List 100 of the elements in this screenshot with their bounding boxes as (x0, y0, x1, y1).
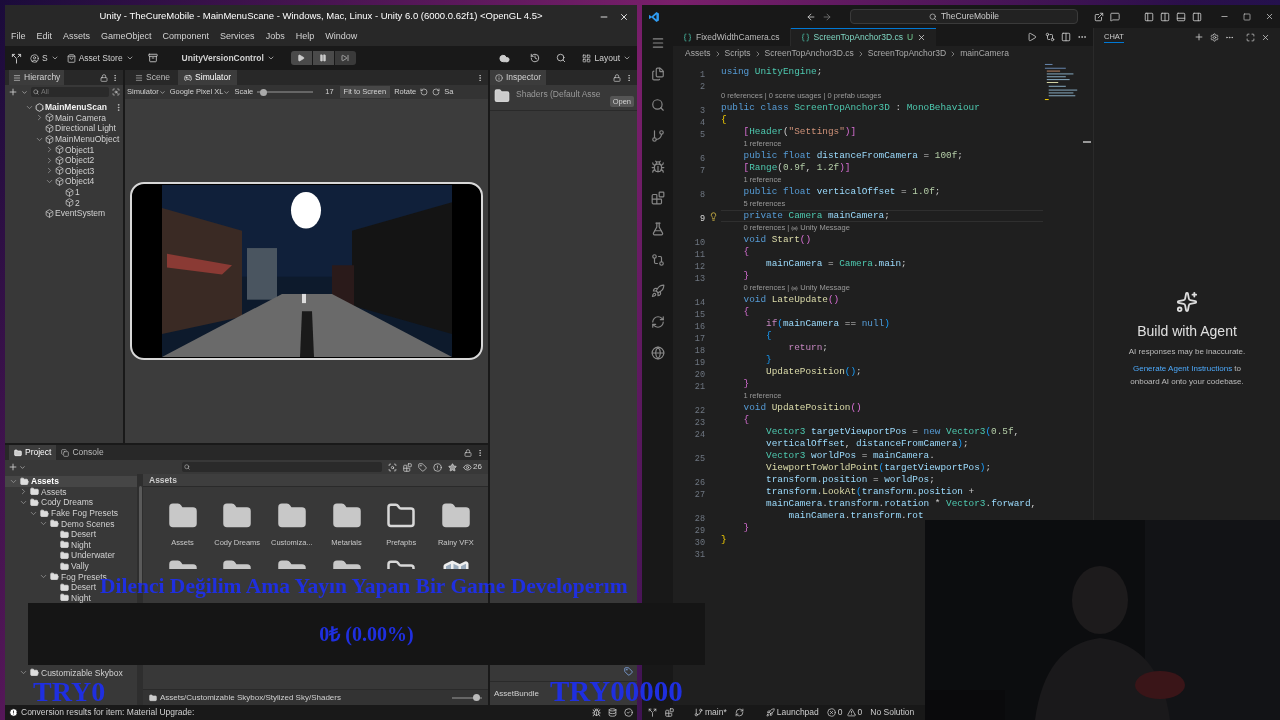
scan-icon[interactable] (112, 88, 120, 96)
hidden-count[interactable]: 26 (463, 461, 482, 473)
more-icon[interactable] (114, 102, 123, 112)
folder-tree-item[interactable]: Assets (41, 486, 67, 497)
branch-icon[interactable] (650, 129, 665, 143)
branch-indicator[interactable]: main* (694, 706, 727, 719)
maximize-icon[interactable] (1243, 12, 1251, 21)
more-icon[interactable] (111, 73, 119, 82)
folder-tree-item[interactable]: Demo Scenes (61, 518, 115, 529)
panel-toggle-icon[interactable] (1176, 11, 1186, 22)
folder-tree-item[interactable]: Cody Dreams (41, 497, 93, 508)
solution-indicator[interactable]: No Solution (870, 706, 915, 719)
pause-button[interactable] (312, 51, 334, 65)
version-control-button[interactable]: UnityVersionControl (181, 51, 275, 65)
breadcrumb[interactable]: mainCamera (960, 47, 1009, 60)
back-icon[interactable] (805, 11, 816, 22)
menu-item[interactable]: Jobs (265, 30, 285, 44)
close-tab-icon[interactable] (917, 33, 927, 42)
menu-item[interactable]: Services (220, 30, 255, 44)
forward-icon[interactable] (821, 11, 832, 22)
menu-item[interactable]: Help (295, 30, 315, 44)
menu-item[interactable]: Edit (36, 30, 53, 44)
breadcrumb[interactable]: Assets (685, 47, 711, 60)
secondary-sidebar-icon[interactable] (1192, 11, 1202, 22)
account-button[interactable]: S (30, 51, 59, 65)
file-tab[interactable]: ScreenTopAnchor3D.cs U (790, 28, 937, 46)
folder-tree-item[interactable]: Vally (71, 561, 89, 572)
lock-icon[interactable] (100, 73, 108, 82)
panel-tab[interactable]: Project (9, 445, 57, 460)
archive-icon[interactable] (147, 53, 158, 63)
history-icon[interactable] (530, 53, 541, 63)
check-icon[interactable] (624, 708, 633, 717)
maximize-icon[interactable] (1246, 32, 1255, 42)
blocks-icon[interactable] (403, 462, 412, 472)
folder-tree-item[interactable]: Underwater (71, 550, 115, 561)
menu-item[interactable]: Assets (63, 30, 91, 44)
breadcrumb[interactable]: ScreenTopAnchor3D.cs (764, 47, 854, 60)
menu-icon[interactable] (650, 36, 665, 50)
hierarchy-item[interactable]: Object1 (65, 144, 95, 155)
database-icon[interactable] (608, 708, 617, 717)
zoom-slider[interactable] (452, 693, 482, 702)
caret-icon[interactable] (19, 463, 26, 471)
breadcrumb[interactable]: ScreenTopAnchor3D (867, 47, 947, 60)
star-icon[interactable] (448, 462, 457, 472)
step-button[interactable] (334, 51, 356, 65)
alert-icon[interactable] (433, 462, 442, 472)
play-button[interactable] (290, 51, 312, 65)
bug-icon[interactable] (592, 708, 601, 717)
caret-icon[interactable] (21, 88, 28, 96)
more-icon[interactable] (625, 73, 633, 82)
more-icon[interactable] (476, 73, 484, 82)
view-tab[interactable]: Simulator (178, 70, 237, 85)
menu-item[interactable]: Component (162, 30, 210, 44)
folder-tree-item[interactable]: Fake Fog Presets (51, 508, 119, 519)
hierarchy-item[interactable]: Object2 (65, 155, 95, 166)
instructions-link[interactable]: Generate Agent Instructions (1132, 364, 1233, 373)
rotate-left-icon[interactable] (420, 88, 429, 96)
split-icon[interactable] (11, 52, 22, 64)
rotate-right-icon[interactable] (432, 88, 441, 96)
close-icon[interactable] (1261, 32, 1270, 42)
menu-item[interactable]: GameObject (101, 30, 152, 44)
folder-tree-item[interactable]: Night (71, 592, 91, 603)
hierarchy-item[interactable]: Directional Light (55, 123, 116, 134)
sync-icon[interactable] (734, 708, 744, 717)
hierarchy-item[interactable]: MainMenuObject (55, 134, 120, 145)
view-tab[interactable]: Scene (129, 70, 177, 85)
extensions-icon[interactable] (650, 191, 665, 205)
refresh-icon[interactable] (650, 315, 665, 329)
command-search-field[interactable]: TheCureMobile (849, 9, 1078, 24)
lock-icon[interactable] (464, 448, 472, 457)
search-icon[interactable] (650, 98, 665, 112)
settings-icon[interactable] (1210, 32, 1219, 42)
launchpad-item[interactable]: Launchpad (765, 706, 819, 719)
rocket-icon[interactable] (650, 284, 665, 298)
lightbulb-icon[interactable] (708, 211, 718, 221)
split-editor-icon[interactable] (1061, 32, 1071, 42)
search-field[interactable] (182, 462, 382, 472)
slider-thumb[interactable] (259, 88, 267, 96)
bug-icon[interactable] (650, 160, 665, 174)
compare-icon[interactable] (1045, 32, 1055, 42)
scan-icon[interactable] (388, 462, 397, 472)
panel-tab[interactable]: Console (56, 445, 109, 460)
slider-thumb[interactable] (473, 694, 480, 701)
scale-slider[interactable] (257, 88, 314, 96)
folder-tree-item[interactable]: Desert (71, 582, 97, 593)
inspector-tab[interactable]: Inspector (490, 70, 546, 85)
hierarchy-item[interactable]: EventSystem (55, 208, 106, 219)
close-icon[interactable] (1265, 12, 1274, 21)
split-icon[interactable] (1160, 11, 1170, 22)
lock-icon[interactable] (613, 73, 621, 82)
search-icon[interactable] (556, 53, 567, 63)
add-icon[interactable] (8, 87, 18, 97)
hierarchy-item[interactable]: Object4 (65, 176, 95, 187)
compare-icon[interactable] (650, 253, 665, 267)
asset-store-button[interactable]: Asset Store (66, 51, 134, 65)
tag-icon[interactable] (418, 462, 427, 472)
files-icon[interactable] (650, 67, 665, 81)
hierarchy-item[interactable]: 1 (75, 187, 80, 198)
hierarchy-item[interactable]: MainMenuScan (45, 102, 107, 113)
file-tab[interactable]: FixedWidthCamera.cs (673, 28, 791, 46)
